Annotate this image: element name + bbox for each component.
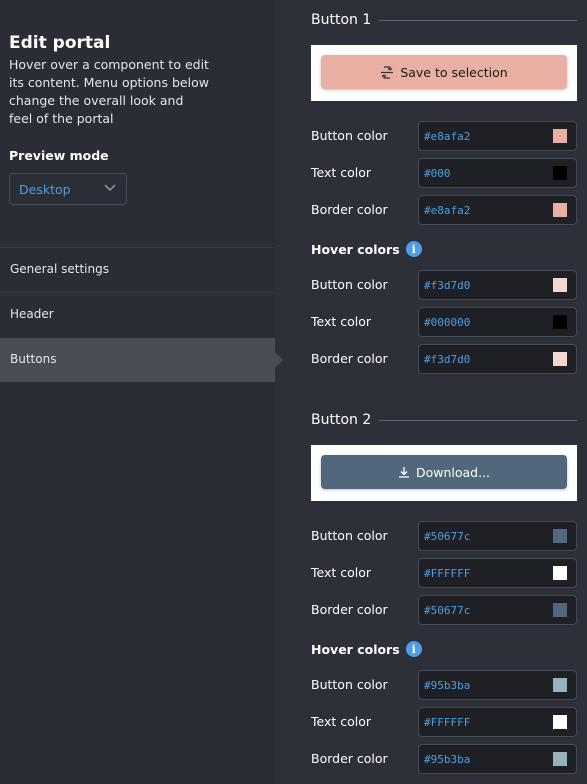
download-icon bbox=[398, 467, 409, 478]
section-title-button-2: Button 2 bbox=[311, 412, 372, 428]
sidebar-item-label: General settings bbox=[10, 262, 109, 276]
color-label: Border color bbox=[311, 202, 388, 217]
section-title-button-1: Button 1 bbox=[311, 12, 372, 28]
sidebar: Edit portal Hover over a component to ed… bbox=[0, 0, 283, 784]
page-description: Hover over a component to edit its conte… bbox=[9, 57, 209, 126]
color-swatch[interactable] bbox=[553, 352, 567, 366]
info-icon[interactable]: i bbox=[405, 241, 422, 257]
button-2-hover-text-color-row: Text color #FFFFFF bbox=[311, 707, 577, 737]
hover-colors-label: Hover colors bbox=[311, 641, 400, 657]
border-color-input[interactable]: #e8afa2 bbox=[418, 195, 577, 225]
preview-mode-select[interactable]: Desktop bbox=[9, 173, 127, 205]
button-2-button-color-row: Button color #50677c bbox=[311, 521, 577, 551]
button-color-input[interactable]: #50677c bbox=[418, 521, 577, 551]
save-selection-icon bbox=[381, 65, 394, 79]
color-hex-value: #50677c bbox=[424, 530, 471, 543]
save-to-selection-button[interactable]: Save to selection bbox=[321, 55, 567, 89]
chevron-down-icon bbox=[104, 184, 116, 191]
hover-button-color-input[interactable]: #95b3ba bbox=[418, 670, 577, 700]
hover-text-color-input[interactable]: #FFFFFF bbox=[418, 707, 577, 737]
info-icon[interactable]: i bbox=[405, 641, 422, 657]
button-1-hover-border-color-row: Border color #f3d7d0 bbox=[311, 344, 577, 374]
color-hex-value: #50677c bbox=[424, 604, 471, 617]
color-label: Button color bbox=[311, 277, 388, 292]
button-1-preview: Save to selection bbox=[311, 45, 577, 101]
preview-mode-label: Preview mode bbox=[9, 148, 109, 163]
color-label: Button color bbox=[311, 128, 388, 143]
button-2-preview: Download... bbox=[311, 445, 577, 501]
color-hex-value: #000000 bbox=[424, 316, 471, 329]
color-swatch[interactable] bbox=[553, 603, 567, 617]
button-1-hover-button-color-row: Button color #f3d7d0 bbox=[311, 270, 577, 300]
button-label: Download... bbox=[415, 464, 491, 480]
color-hex-value: #f3d7d0 bbox=[424, 353, 471, 366]
button-2-hover-border-color-row: Border color #95b3ba bbox=[311, 744, 577, 774]
color-swatch[interactable] bbox=[553, 203, 567, 217]
sidebar-item-label: Buttons bbox=[10, 352, 57, 366]
color-swatch[interactable] bbox=[553, 678, 567, 692]
color-hex-value: #e8afa2 bbox=[424, 204, 471, 217]
color-swatch[interactable] bbox=[553, 129, 567, 143]
color-hex-value: #e8afa2 bbox=[424, 130, 471, 143]
color-swatch[interactable] bbox=[553, 715, 567, 729]
color-hex-value: #FFFFFF bbox=[424, 567, 471, 580]
color-swatch[interactable] bbox=[553, 529, 567, 543]
text-color-input[interactable]: #000 bbox=[418, 158, 577, 188]
hover-button-color-input[interactable]: #f3d7d0 bbox=[418, 270, 577, 300]
button-2-border-color-row: Border color #50677c bbox=[311, 595, 577, 625]
color-label: Border color bbox=[311, 751, 388, 766]
sidebar-item-general-settings[interactable]: General settings bbox=[0, 247, 275, 291]
sidebar-item-buttons[interactable]: Buttons bbox=[0, 338, 283, 382]
button-2-text-color-row: Text color #FFFFFF bbox=[311, 558, 577, 588]
section-divider bbox=[379, 420, 577, 421]
color-label: Text color bbox=[311, 565, 372, 580]
sidebar-item-header[interactable]: Header bbox=[0, 292, 275, 336]
button-color-input[interactable]: #e8afa2 bbox=[418, 121, 577, 151]
hover-border-color-input[interactable]: #f3d7d0 bbox=[418, 344, 577, 374]
page-title: Edit portal bbox=[9, 33, 111, 53]
button-label: Save to selection bbox=[400, 64, 508, 80]
color-swatch[interactable] bbox=[553, 278, 567, 292]
hover-border-color-input[interactable]: #95b3ba bbox=[418, 744, 577, 774]
color-hex-value: #FFFFFF bbox=[424, 716, 471, 729]
text-color-input[interactable]: #FFFFFF bbox=[418, 558, 577, 588]
color-swatch[interactable] bbox=[553, 566, 567, 580]
color-hex-value: #95b3ba bbox=[424, 679, 471, 692]
color-hex-value: #000 bbox=[424, 167, 451, 180]
hover-colors-heading: Hover colors i bbox=[311, 241, 422, 257]
preview-mode-value: Desktop bbox=[19, 182, 71, 197]
color-hex-value: #95b3ba bbox=[424, 753, 471, 766]
color-label: Text color bbox=[311, 165, 372, 180]
color-label: Text color bbox=[311, 314, 372, 329]
color-hex-value: #f3d7d0 bbox=[424, 279, 471, 292]
hover-colors-label: Hover colors bbox=[311, 241, 400, 257]
hover-colors-heading: Hover colors i bbox=[311, 641, 422, 657]
color-label: Border color bbox=[311, 602, 388, 617]
hover-text-color-input[interactable]: #000000 bbox=[418, 307, 577, 337]
button-settings-panel: Button 1 Save to selection Button color … bbox=[275, 0, 587, 784]
download-button[interactable]: Download... bbox=[321, 455, 567, 489]
button-1-button-color-row: Button color #e8afa2 bbox=[311, 121, 577, 151]
color-label: Border color bbox=[311, 351, 388, 366]
color-swatch[interactable] bbox=[553, 315, 567, 329]
border-color-input[interactable]: #50677c bbox=[418, 595, 577, 625]
button-2-hover-button-color-row: Button color #95b3ba bbox=[311, 670, 577, 700]
button-1-border-color-row: Border color #e8afa2 bbox=[311, 195, 577, 225]
button-1-text-color-row: Text color #000 bbox=[311, 158, 577, 188]
button-1-hover-text-color-row: Text color #000000 bbox=[311, 307, 577, 337]
section-divider bbox=[379, 20, 577, 21]
color-swatch[interactable] bbox=[553, 752, 567, 766]
color-label: Text color bbox=[311, 714, 372, 729]
color-swatch[interactable] bbox=[553, 166, 567, 180]
sidebar-item-label: Header bbox=[10, 307, 54, 321]
color-label: Button color bbox=[311, 677, 388, 692]
color-label: Button color bbox=[311, 528, 388, 543]
